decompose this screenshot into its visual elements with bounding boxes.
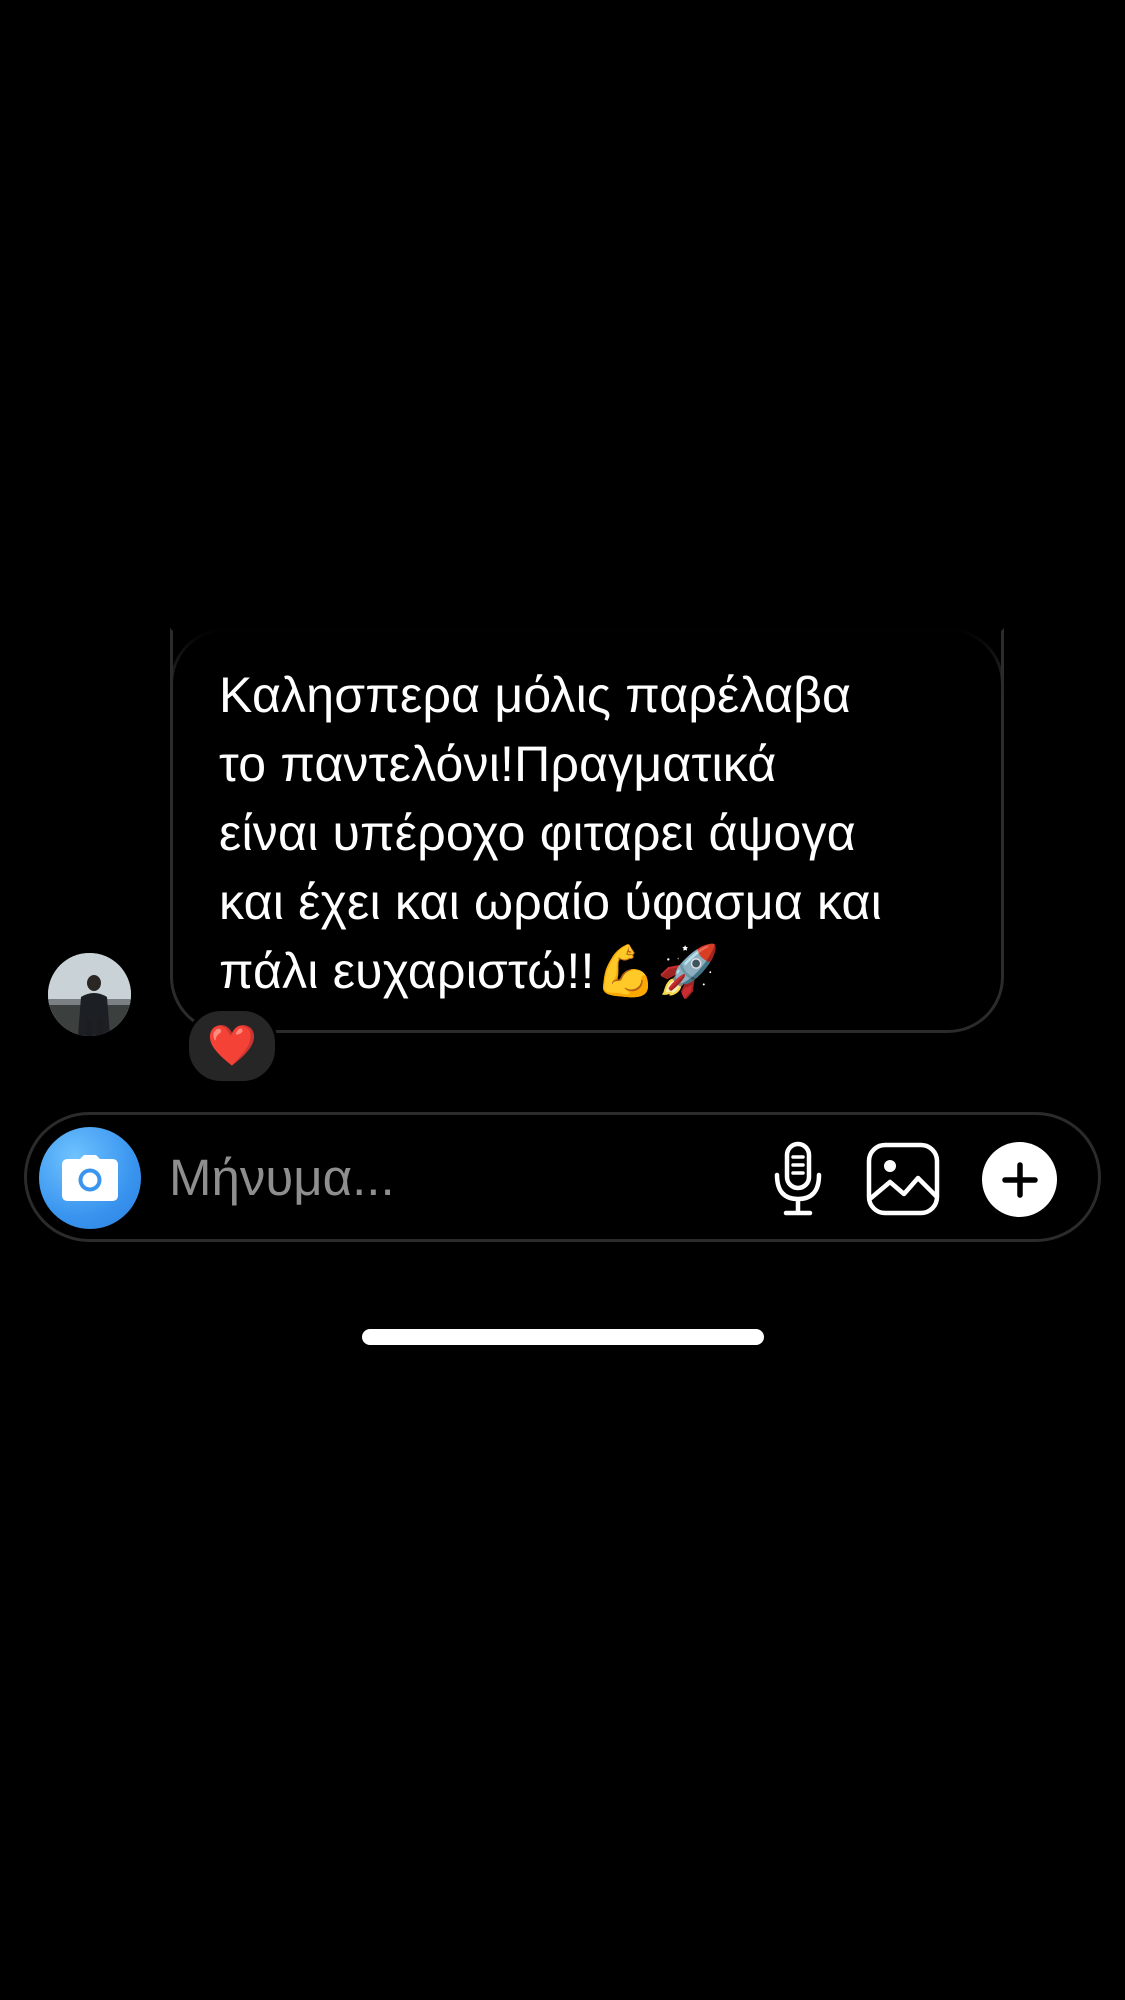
message-input[interactable]	[169, 1140, 729, 1214]
gallery-button[interactable]	[863, 1139, 943, 1219]
message-row: Καλησπερα μόλις παρέλαβα το παντελόνι!Πρ…	[0, 628, 1125, 1084]
plus-icon	[1001, 1161, 1038, 1198]
microphone-icon	[774, 1141, 822, 1216]
heart-reaction[interactable]: ❤️	[186, 1008, 278, 1084]
add-button[interactable]	[982, 1142, 1057, 1217]
message-composer	[24, 1112, 1101, 1242]
sender-avatar[interactable]	[48, 953, 131, 1036]
message-text: Καλησπερα μόλις παρέλαβα το παντελόνι!Πρ…	[219, 667, 882, 999]
chat-screen: Καλησπερα μόλις παρέλαβα το παντελόνι!Πρ…	[0, 0, 1125, 2000]
heart-icon: ❤️	[207, 1024, 257, 1068]
home-indicator[interactable]	[362, 1329, 764, 1345]
microphone-button[interactable]	[758, 1139, 838, 1219]
received-message-bubble[interactable]: Καλησπερα μόλις παρέλαβα το παντελόνι!Πρ…	[170, 628, 1004, 1033]
gallery-icon	[866, 1142, 940, 1216]
camera-icon	[62, 1155, 118, 1201]
camera-button[interactable]	[39, 1127, 141, 1229]
profile-photo-icon	[48, 953, 131, 1036]
